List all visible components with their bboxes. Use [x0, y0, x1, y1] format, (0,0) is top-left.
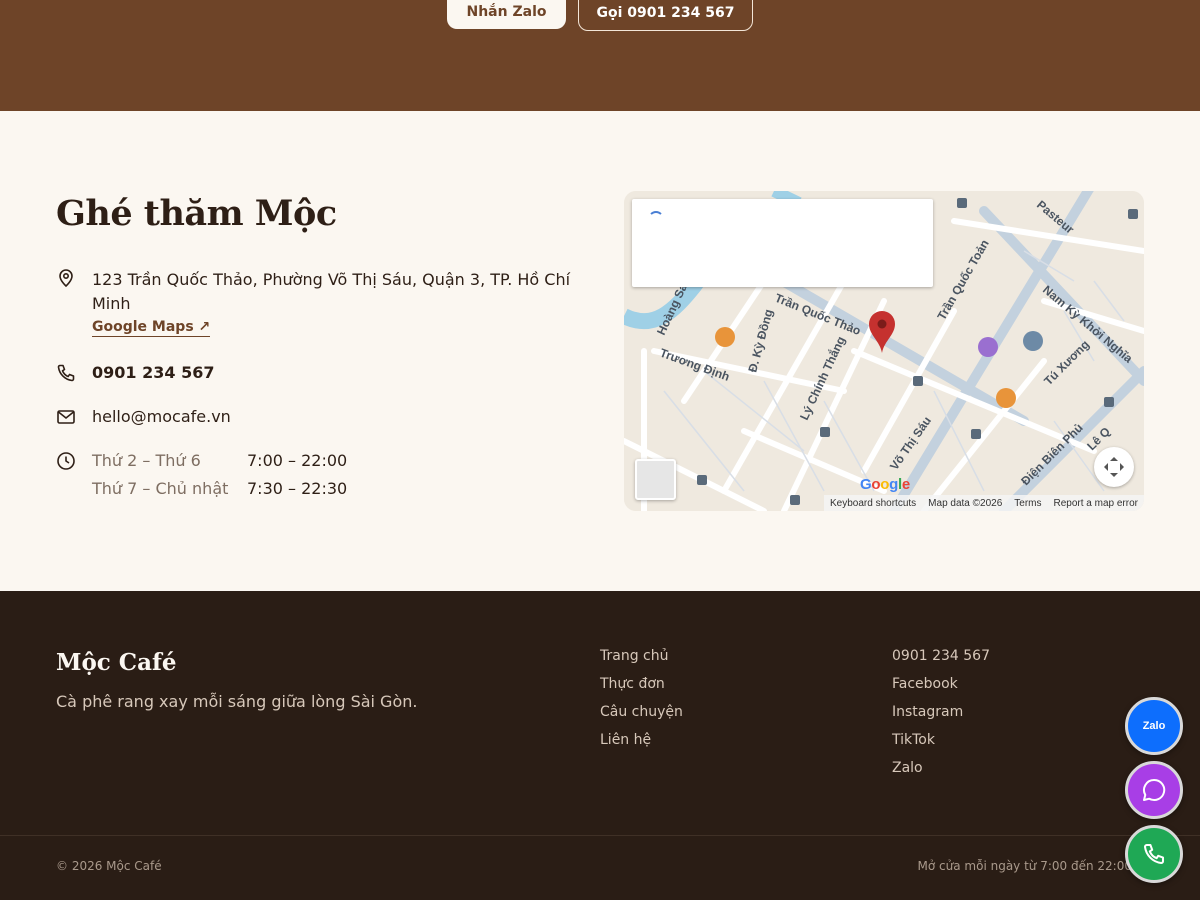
google-logo: Google	[860, 476, 910, 493]
address-text: 123 Trần Quốc Thảo, Phường Võ Thị Sáu, Q…	[92, 270, 571, 313]
cta-band: Nhắn Zalo Gọi 0901 234 567	[0, 0, 1200, 111]
footer-link-home[interactable]: Trang chủ	[600, 645, 683, 673]
phone-row: 0901 234 567	[56, 363, 214, 383]
loading-spinner-icon	[648, 211, 664, 227]
hours-weekday: Thứ 2 – Thứ 6 7:00 – 22:00	[92, 447, 347, 475]
footer-nav: Trang chủ Thực đơn Câu chuyện Liên hệ	[600, 645, 683, 757]
footer-link-instagram[interactable]: Instagram	[892, 701, 990, 729]
mail-icon	[56, 407, 76, 427]
map-info-card[interactable]	[632, 199, 933, 287]
hours-days-label: Thứ 7 – Chủ nhật	[92, 479, 229, 498]
fullscreen-button[interactable]	[1094, 447, 1134, 487]
phone-icon	[56, 363, 76, 383]
phone-text[interactable]: 0901 234 567	[92, 363, 214, 383]
zalo-label: Zalo	[1142, 720, 1166, 732]
google-map[interactable]: Trần Quốc Thảo Trần Quốc Toản Pasteur Na…	[624, 191, 1144, 511]
hours-time-value: 7:00 – 22:00	[247, 451, 348, 470]
report-error-link[interactable]: Report a map error	[1048, 498, 1144, 509]
hours-time-value: 7:30 – 22:30	[247, 479, 348, 498]
visit-section: Ghé thăm Mộc 123 Trần Quốc Thảo, Phường …	[0, 111, 1200, 591]
email-row: hello@mocafe.vn	[56, 407, 231, 427]
copyright-text: © 2026 Mộc Café	[56, 859, 162, 873]
chat-bubble-icon	[1143, 778, 1166, 801]
footer-tagline: Cà phê rang xay mỗi sáng giữa lòng Sài G…	[56, 692, 418, 711]
visit-title: Ghé thăm Mộc	[56, 193, 337, 234]
footer-brand: Mộc Café	[56, 649, 177, 676]
footer-link-phone[interactable]: 0901 234 567	[892, 645, 990, 673]
hours-row: Thứ 2 – Thứ 6 7:00 – 22:00 Thứ 7 – Chủ n…	[56, 447, 347, 503]
chat-float-button[interactable]	[1125, 761, 1183, 819]
fullscreen-icon	[1104, 457, 1124, 477]
footer-link-menu[interactable]: Thực đơn	[600, 673, 683, 701]
footer-link-contact[interactable]: Liên hệ	[600, 729, 683, 757]
email-text[interactable]: hello@mocafe.vn	[92, 407, 231, 427]
map-attribution: Keyboard shortcuts Map data ©2026 Terms …	[824, 495, 1144, 511]
phone-float-button[interactable]	[1125, 825, 1183, 883]
footer-open-hours: Mở cửa mỗi ngày từ 7:00 đến 22:00	[917, 859, 1132, 873]
zalo-float-button[interactable]: Zalo	[1125, 697, 1183, 755]
location-pin-icon	[56, 268, 76, 288]
footer-link-story[interactable]: Câu chuyện	[600, 701, 683, 729]
footer-contact: 0901 234 567 Facebook Instagram TikTok Z…	[892, 645, 990, 785]
footer-link-tiktok[interactable]: TikTok	[892, 729, 990, 757]
map-type-toggle[interactable]	[635, 459, 676, 500]
footer-link-facebook[interactable]: Facebook	[892, 673, 990, 701]
site-footer: Mộc Café Cà phê rang xay mỗi sáng giữa l…	[0, 591, 1200, 900]
keyboard-shortcuts-link[interactable]: Keyboard shortcuts	[824, 498, 922, 509]
opening-hours: Thứ 2 – Thứ 6 7:00 – 22:00 Thứ 7 – Chủ n…	[92, 447, 347, 503]
hours-days-label: Thứ 2 – Thứ 6	[92, 451, 201, 470]
google-maps-link[interactable]: Google Maps ↗	[92, 318, 211, 337]
call-button[interactable]: Gọi 0901 234 567	[578, 0, 753, 31]
terms-link[interactable]: Terms	[1008, 498, 1047, 509]
map-data-text: Map data ©2026	[928, 497, 1003, 509]
phone-icon	[1143, 843, 1165, 865]
footer-divider	[0, 835, 1200, 836]
hours-weekend: Thứ 7 – Chủ nhật 7:30 – 22:30	[92, 475, 347, 503]
clock-icon	[56, 451, 76, 471]
footer-link-zalo[interactable]: Zalo	[892, 757, 990, 785]
address-row: 123 Trần Quốc Thảo, Phường Võ Thị Sáu, Q…	[56, 268, 572, 337]
zalo-message-button[interactable]: Nhắn Zalo	[447, 0, 566, 29]
